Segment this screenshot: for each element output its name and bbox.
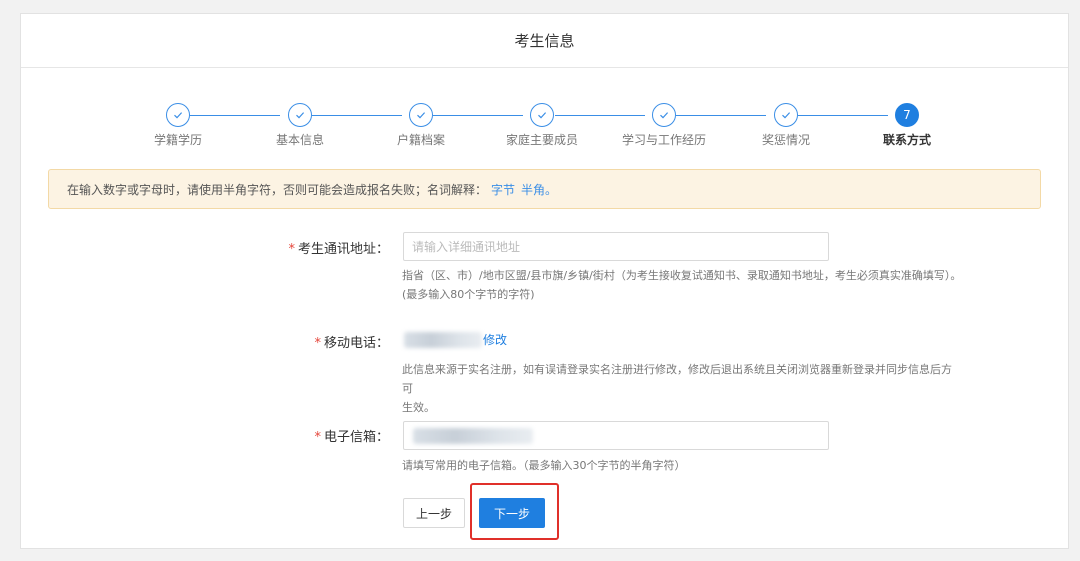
address-label-text: 考生通讯地址： [297, 242, 389, 257]
step-household-record[interactable]: 户籍档案 [371, 103, 471, 148]
address-label: * 考生通讯地址： [189, 238, 389, 257]
email-hint: 请填写常用的电子信箱。（最多输入30个字节的半角字符） [402, 459, 686, 472]
phone-hint-line2: 生效。 [402, 401, 435, 414]
address-hint-line1: 指省（区、市）/地市区盟/县市旗/乡镇/街村（为考生接收复试通知书、录取通知书地… [402, 269, 962, 282]
address-hint-line2: (最多输入80个字节的字符) [402, 288, 535, 301]
required-mark: * [288, 242, 295, 257]
student-info-card: 考生信息 学籍学历 基本信息 户籍档案 家庭主要成员 学习与工作经历 奖惩情况 … [20, 13, 1069, 549]
address-hint: 指省（区、市）/地市区盟/县市旗/乡镇/街村（为考生接收复试通知书、录取通知书地… [402, 266, 962, 304]
step-label: 学籍学历 [153, 133, 202, 147]
required-mark: * [314, 430, 321, 445]
step-label: 奖惩情况 [761, 133, 810, 147]
required-mark: * [314, 336, 321, 351]
step-label: 基本信息 [275, 133, 324, 147]
step-academic-record[interactable]: 学籍学历 [128, 103, 228, 148]
email-value-redacted [413, 428, 533, 444]
check-icon [774, 103, 798, 127]
check-icon [166, 103, 190, 127]
check-icon [530, 103, 554, 127]
step-number-badge: 7 [895, 103, 919, 127]
phone-label: * 移动电话： [189, 332, 389, 351]
step-rewards-punishments[interactable]: 奖惩情况 [736, 103, 836, 148]
address-input[interactable] [403, 232, 829, 261]
progress-steps: 学籍学历 基本信息 户籍档案 家庭主要成员 学习与工作经历 奖惩情况 7 联系方… [21, 14, 1068, 174]
step-label: 户籍档案 [396, 133, 445, 147]
email-label-text: 电子信箱： [323, 430, 389, 445]
phone-label-text: 移动电话： [323, 336, 389, 351]
step-basic-info[interactable]: 基本信息 [250, 103, 350, 148]
step-study-work-history[interactable]: 学习与工作经历 [614, 103, 714, 148]
email-label: * 电子信箱： [189, 426, 389, 445]
byte-definition-link[interactable]: 字节 [491, 181, 515, 198]
phone-value-redacted [404, 332, 482, 348]
half-width-definition-link[interactable]: 半角。 [521, 181, 557, 198]
step-label: 联系方式 [882, 133, 931, 147]
half-width-notice: 在输入数字或字母时，请使用半角字符，否则可能会造成报名失败；名词解释： 字节 半… [48, 169, 1041, 209]
check-icon [409, 103, 433, 127]
check-icon [288, 103, 312, 127]
previous-step-button[interactable]: 上一步 [403, 498, 465, 528]
check-icon [652, 103, 676, 127]
next-button-highlight-box [470, 483, 559, 540]
step-family-members[interactable]: 家庭主要成员 [492, 103, 592, 148]
modify-phone-link[interactable]: 修改 [483, 331, 507, 348]
phone-hint: 此信息来源于实名注册，如有误请登录实名注册进行修改，修改后退出系统且关闭浏览器重… [402, 360, 962, 417]
phone-hint-line1: 此信息来源于实名注册，如有误请登录实名注册进行修改，修改后退出系统且关闭浏览器重… [402, 363, 952, 395]
step-label: 学习与工作经历 [621, 133, 706, 147]
step-contact-info[interactable]: 7 联系方式 [857, 103, 957, 148]
step-label: 家庭主要成员 [505, 133, 578, 147]
notice-text: 在输入数字或字母时，请使用半角字符，否则可能会造成报名失败；名词解释： [67, 182, 488, 197]
